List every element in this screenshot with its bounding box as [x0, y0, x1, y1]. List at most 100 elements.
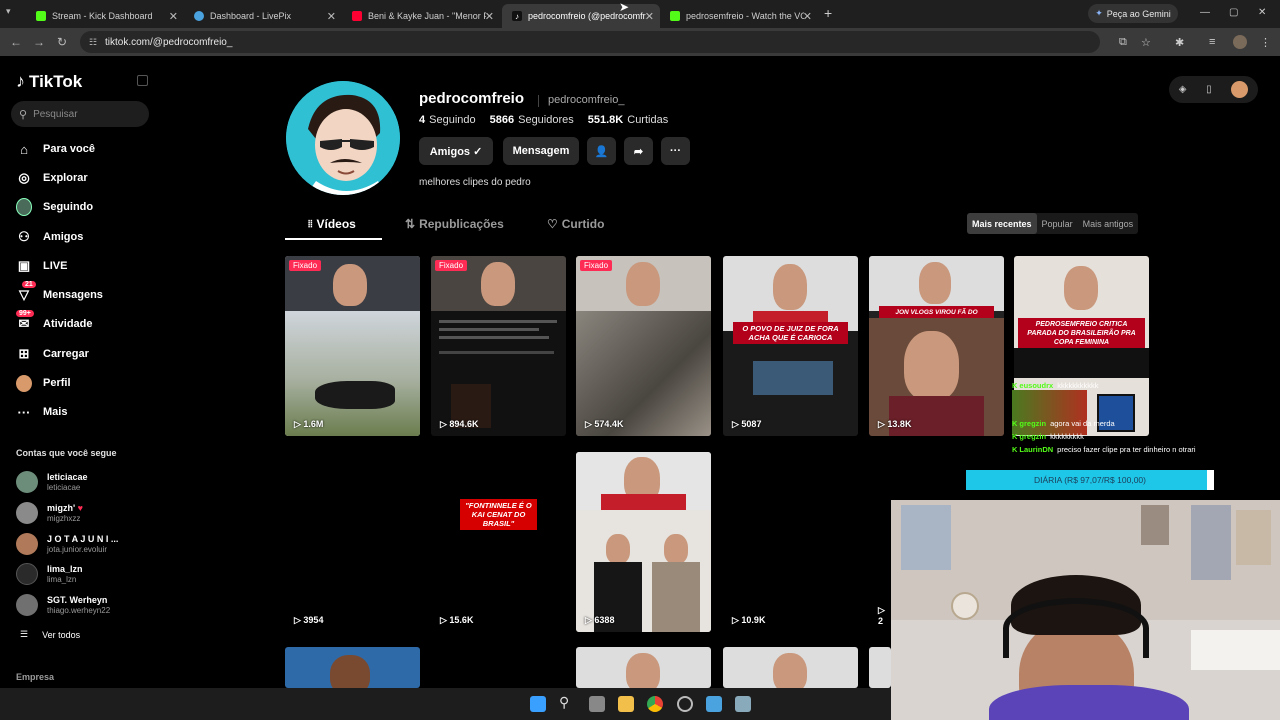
extensions-icon[interactable]: ✱ — [1175, 36, 1184, 49]
profile-username: pedrocomfreio — [419, 90, 525, 107]
following-stat[interactable]: 4 Seguindo — [419, 114, 476, 126]
browser-tab[interactable]: pedrosemfreio - Watch the VOD ✕ — [660, 4, 818, 28]
stream-chat-overlay: Keusoudrx kkkkkkkkkkk Kgregzin agora vai d… — [1012, 380, 1212, 470]
more-options-button[interactable]: ··· — [661, 137, 690, 165]
followed-account[interactable]: leticiacae leticiacae — [16, 470, 88, 494]
followed-account[interactable]: migzh' ♥ migzhxzz — [16, 501, 83, 525]
nav-mensagens[interactable]: ▽ 21 Mensagens — [16, 281, 103, 305]
notepad-icon[interactable] — [706, 696, 722, 712]
coin-icon[interactable]: ◈ — [1179, 84, 1187, 95]
video-thumbnail[interactable] — [285, 647, 420, 688]
company-link[interactable]: Empresa — [16, 672, 54, 682]
nav-mais[interactable]: ··· Mais — [16, 402, 68, 422]
browser-tab[interactable]: Stream - Kick Dashboard ✕ — [26, 4, 184, 28]
followed-account[interactable]: J O T A J U N I ... jota.junior.evoluir — [16, 532, 118, 556]
followers-stat[interactable]: 5866 Seguidores — [490, 114, 574, 126]
sort-popular[interactable]: Popular — [1037, 213, 1078, 234]
user-avatar[interactable] — [1231, 81, 1249, 98]
tiktok-logo[interactable]: ♪ TikTok — [16, 71, 82, 92]
video-thumbnail[interactable]: Fixado ▷ 894.6K — [431, 256, 566, 436]
kick-favicon-icon — [670, 11, 680, 21]
browser-tab[interactable]: Dashboard - LivePix ✕ — [184, 4, 342, 28]
chrome-icon[interactable] — [647, 696, 663, 712]
forward-icon[interactable]: → — [33, 35, 45, 49]
reading-list-icon[interactable]: ≡ — [1209, 36, 1215, 48]
video-thumbnail[interactable] — [723, 647, 858, 688]
top-right-controls: ◈ ▯ — [1169, 76, 1258, 103]
sort-recent[interactable]: Mais recentes — [967, 213, 1037, 234]
windows-start-icon[interactable] — [530, 696, 546, 712]
site-info-icon[interactable]: ☷ — [89, 37, 97, 48]
gemini-button[interactable]: ✦ Peça ao Gemini — [1088, 4, 1178, 23]
close-tab-icon[interactable]: ✕ — [485, 10, 494, 23]
back-icon[interactable]: ← — [10, 35, 22, 49]
nav-carregar[interactable]: ⊞ Carregar — [16, 344, 89, 364]
profile-avatar[interactable] — [286, 81, 400, 195]
obs-icon[interactable] — [677, 696, 693, 712]
followed-account[interactable]: lima_lzn lima_lzn — [16, 562, 83, 586]
close-tab-icon[interactable]: ✕ — [169, 10, 178, 23]
search-icon[interactable]: ⚲ — [559, 694, 575, 710]
video-thumbnail[interactable]: Fixado ▷ 1.6M — [285, 256, 420, 436]
thumb-face — [773, 653, 807, 688]
restore-icon[interactable]: ▢ — [1229, 7, 1238, 18]
chat-text: agora vai da merda — [1050, 419, 1115, 428]
browser-tab-active[interactable]: ♪ pedrocomfreio (@pedrocomfr... ✕ — [502, 4, 660, 28]
bookmark-star-icon[interactable]: ☆ — [1141, 36, 1151, 49]
video-thumbnail[interactable]: Fixado ▷ 574.4K — [576, 256, 711, 436]
browser-profile-avatar[interactable] — [1233, 35, 1247, 49]
logo-text: TikTok — [29, 71, 83, 91]
tab-search-chevron-icon[interactable]: ▾ — [6, 6, 11, 17]
device-icon[interactable]: ▯ — [1206, 84, 1212, 95]
video-thumbnail[interactable]: JON VLOGS VIROU FÃ DO PEDROSEMFREIO ▷ 13… — [869, 256, 1004, 436]
close-window-icon[interactable]: ✕ — [1258, 7, 1266, 18]
collapse-sidebar-icon[interactable] — [137, 75, 148, 86]
add-friend-button[interactable]: 👤 — [587, 137, 616, 165]
calculator-icon[interactable] — [735, 696, 751, 712]
close-tab-icon[interactable]: ✕ — [803, 10, 812, 23]
video-thumbnail[interactable] — [869, 647, 891, 688]
nav-live[interactable]: ▣ LIVE — [16, 256, 68, 276]
tab-label: Curtido — [561, 217, 605, 231]
video-thumbnail[interactable]: ▷ 3954 — [285, 452, 420, 632]
sort-oldest[interactable]: Mais antigos — [1078, 213, 1139, 234]
liked-heart-icon: ♡ — [547, 217, 558, 231]
nav-seguindo[interactable]: Seguindo — [16, 197, 93, 217]
reload-icon[interactable]: ↻ — [57, 35, 67, 49]
account-handle: jota.junior.evoluir — [47, 544, 108, 554]
play-icon: ▷ — [440, 615, 450, 625]
see-all-link[interactable]: ☰ Ver todos — [20, 629, 80, 640]
browser-tab[interactable]: Beni & Kayke Juan - "Menor Pr... ✕ — [342, 4, 500, 28]
helicopter-shape — [315, 381, 395, 409]
video-thumbnail[interactable]: O POVO DE JUIZ DE FORA ACHA QUE É CARIOC… — [723, 256, 858, 436]
friends-button[interactable]: Amigos ✓ — [419, 137, 493, 165]
new-tab-button[interactable]: + — [824, 5, 832, 21]
nav-amigos[interactable]: ⚇ Amigos — [16, 227, 83, 247]
file-explorer-icon[interactable] — [618, 696, 634, 712]
tab-republicacoes[interactable]: ⇅ Republicações — [405, 217, 504, 231]
video-thumbnail[interactable]: "FONTINNELE É O KAI CENAT DO BRASIL" ▷ 1… — [431, 452, 566, 632]
nav-perfil[interactable]: Perfil — [16, 373, 71, 393]
video-thumbnail[interactable] — [576, 647, 711, 688]
share-button[interactable]: ➦ — [624, 137, 653, 165]
close-tab-icon[interactable]: ✕ — [327, 10, 336, 23]
minimize-icon[interactable]: — — [1200, 7, 1210, 18]
followed-account[interactable]: SGT. Werheyn thiago.werheyn22 — [16, 593, 110, 617]
thumb-photo — [753, 361, 833, 395]
url-bar[interactable]: ☷ tiktok.com/@pedrocomfreio_ — [80, 31, 1100, 53]
video-thumbnail[interactable]: ▷ 6388 — [576, 452, 711, 632]
shirt-shape — [889, 396, 984, 436]
video-thumbnail[interactable]: ▷ 2 — [869, 452, 891, 632]
task-view-icon[interactable] — [589, 696, 605, 712]
install-app-icon[interactable]: ⧉ — [1119, 36, 1127, 49]
nav-para-voce[interactable]: ⌂ Para você — [16, 139, 95, 159]
message-button[interactable]: Mensagem — [503, 137, 579, 165]
browser-menu-icon[interactable]: ⋮ — [1260, 36, 1271, 49]
tab-curtido[interactable]: ♡ Curtido — [547, 217, 604, 231]
search-input[interactable]: ⚲ Pesquisar — [11, 101, 149, 127]
video-thumbnail[interactable]: ▷ 10.9K — [723, 452, 858, 632]
nav-atividade[interactable]: ✉ 99+ Atividade — [16, 310, 93, 334]
nav-explorar[interactable]: ◎ Explorar — [16, 168, 87, 188]
tab-videos[interactable]: ⦙⦙ Vídeos — [308, 217, 356, 231]
close-tab-icon[interactable]: ✕ — [645, 10, 654, 23]
